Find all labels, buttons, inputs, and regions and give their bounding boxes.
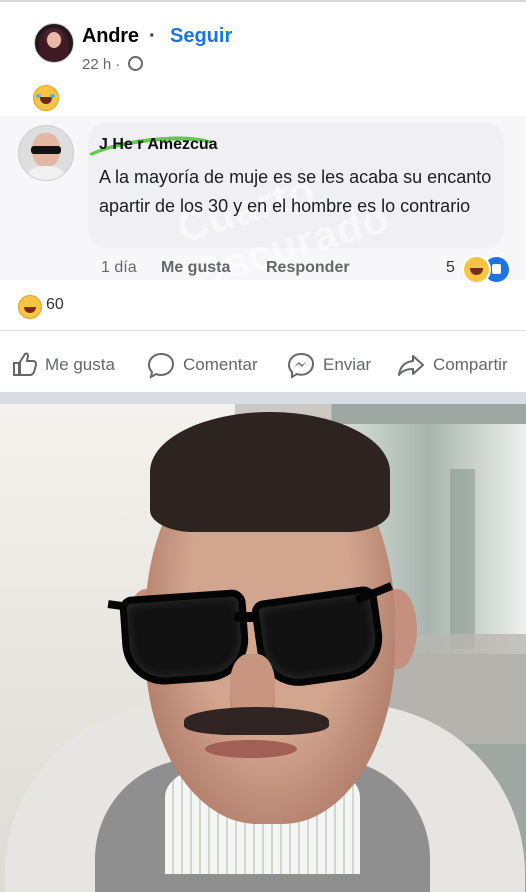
comment-reply-button[interactable]: Responder [266,259,350,277]
author-avatar[interactable] [34,23,74,63]
comment-time[interactable]: 1 día [101,259,137,277]
follow-button[interactable]: Seguir [170,25,232,48]
comment-like-button[interactable]: Me gusta [161,259,230,277]
post-meta: 22 h · [82,56,143,73]
commenter-sunglasses [31,146,61,154]
send-label: Enviar [323,355,372,374]
reactions-divider [0,330,526,331]
comment-icon [147,352,175,380]
like-label: Me gusta [45,355,115,374]
comment-text: A la mayoría de muje es se les acaba su … [99,167,492,216]
post-header: Andre · Seguir 22 h · [0,6,526,73]
share-icon [398,355,424,376]
post-author-name[interactable]: Andre [82,25,139,48]
avatar-face [47,32,61,48]
messenger-icon [287,352,315,379]
man-hair [150,412,390,532]
man-lips [205,740,297,758]
commenter-avatar[interactable] [18,125,74,181]
author-separator: · [149,25,156,47]
globe-icon [127,56,143,71]
post-separator [0,392,526,404]
top-divider [0,0,526,2]
send-button[interactable]: Enviar [286,345,371,385]
post-action-bar: Me gusta Comentar Enviar Compartir [0,345,526,385]
share-button[interactable]: Compartir [396,345,508,385]
commenter-shirt [23,166,69,180]
like-icon [13,352,38,376]
commenter-name[interactable]: J He r Amezcua [99,136,218,154]
like-button[interactable]: Me gusta [10,345,115,385]
comment-label: Comentar [183,355,258,374]
laugh-reaction-icon [462,255,491,284]
post-photo[interactable] [0,404,526,892]
share-label: Compartir [433,355,508,374]
comment-button[interactable]: Comentar [146,345,258,385]
post-time[interactable]: 22 h · [82,56,120,73]
laugh-emoji-icon [33,85,59,111]
comment-reaction-count[interactable]: 5 [446,259,455,277]
post-reaction-total[interactable]: 60 [46,296,64,314]
total-laugh-icon [18,295,42,319]
man-mustache [184,707,329,735]
